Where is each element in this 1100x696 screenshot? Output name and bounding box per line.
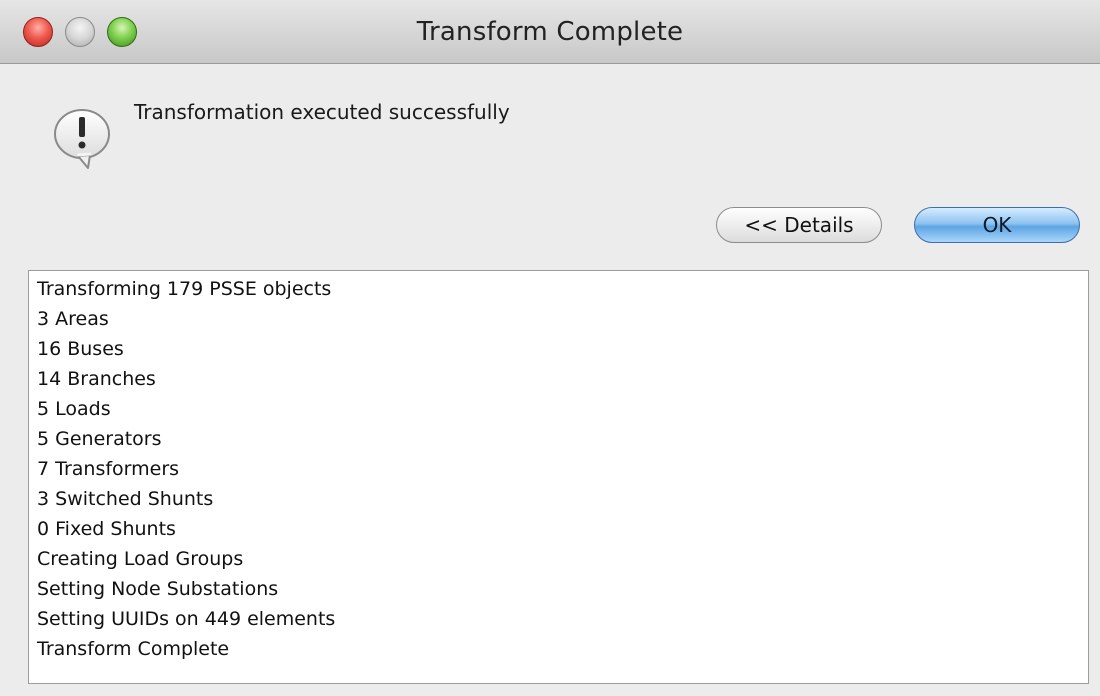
log-line: 7 Transformers xyxy=(37,458,180,480)
log-line: Transforming 179 PSSE objects xyxy=(37,278,332,300)
log-line: 5 Generators xyxy=(37,428,162,450)
window-title: Transform Complete xyxy=(416,17,684,47)
log-line: Setting Node Substations xyxy=(37,578,279,600)
log-line: 0 Fixed Shunts xyxy=(37,518,176,540)
log-line: 16 Buses xyxy=(37,338,124,360)
exclamation-speech-bubble-icon xyxy=(50,106,114,172)
dialog-message: Transformation executed successfully xyxy=(134,100,510,124)
log-line: 3 Switched Shunts xyxy=(37,488,214,510)
log-line: Transform Complete xyxy=(37,638,230,660)
title-bar[interactable]: Transform Complete xyxy=(0,0,1100,64)
details-log[interactable]: Transforming 179 PSSE objects 3 Areas 16… xyxy=(28,270,1089,684)
log-line: Creating Load Groups xyxy=(37,548,244,570)
ok-button[interactable]: OK xyxy=(914,207,1080,243)
dialog-window: Transform Complete Transformation execut… xyxy=(0,0,1100,696)
log-line: 14 Branches xyxy=(37,368,156,390)
log-line: 5 Loads xyxy=(37,398,111,420)
log-line: 3 Areas xyxy=(37,308,109,330)
log-line: Setting UUIDs on 449 elements xyxy=(37,608,336,630)
details-button[interactable]: << Details xyxy=(716,207,882,243)
